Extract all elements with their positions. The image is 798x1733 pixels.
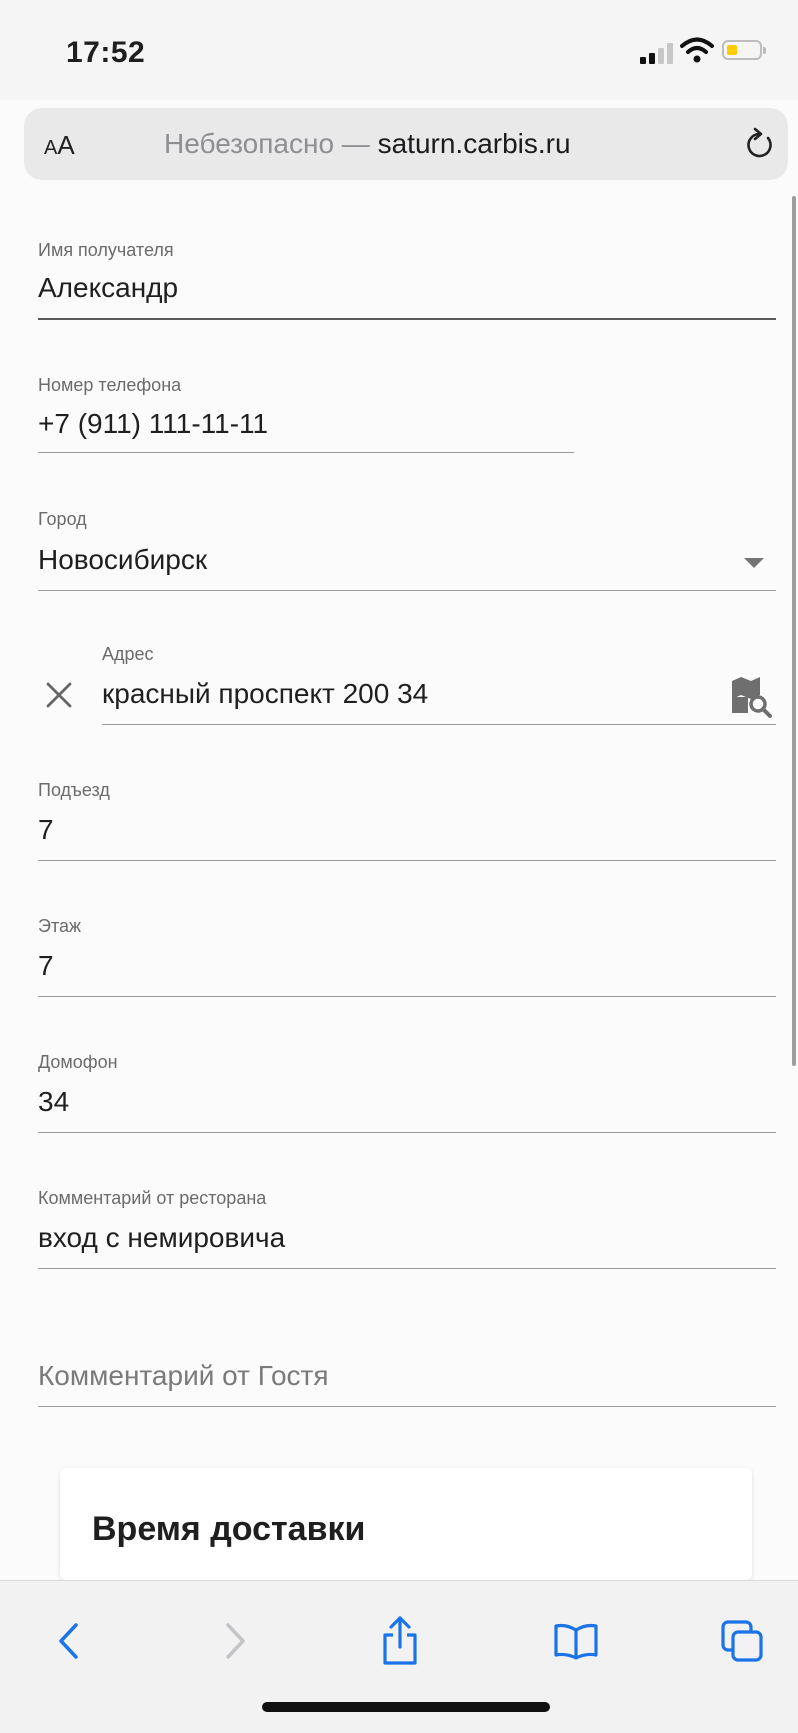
phone-input[interactable]: +7 (911) 111-11-11 — [38, 408, 268, 440]
tabs-icon — [721, 1620, 763, 1662]
intercom-input[interactable]: 34 — [38, 1086, 69, 1118]
address-label: Адрес — [102, 644, 154, 664]
share-button[interactable] — [370, 1611, 430, 1671]
status-time: 17:52 — [66, 36, 146, 69]
restaurant-comment-input[interactable]: вход с немировича — [38, 1222, 285, 1254]
address-bar[interactable]: AA Небезопасно — saturn.carbis.ru — [24, 108, 788, 180]
intercom-underline — [38, 1132, 776, 1133]
address-underline — [102, 724, 776, 725]
guest-comment-underline — [38, 1406, 776, 1407]
url-text[interactable]: Небезопасно — saturn.carbis.ru — [164, 128, 571, 160]
floor-underline — [38, 996, 776, 997]
battery-icon — [722, 40, 766, 60]
entrance-input[interactable]: 7 — [38, 814, 54, 846]
bookmarks-button[interactable] — [546, 1611, 606, 1671]
forward-icon — [226, 1623, 245, 1659]
entrance-label: Подъезд — [38, 780, 110, 800]
city-label: Город — [38, 509, 87, 529]
floor-input[interactable]: 7 — [38, 950, 54, 982]
share-icon — [383, 1616, 417, 1665]
status-bar: 17:52 — [0, 0, 798, 100]
page-scrollbar[interactable] — [792, 196, 796, 1066]
restaurant-comment-label: Комментарий от ресторана — [38, 1188, 267, 1208]
city-underline — [38, 590, 776, 591]
dropdown-arrow-icon[interactable] — [744, 558, 764, 570]
guest-comment-input[interactable]: Комментарий от Гостя — [38, 1360, 329, 1392]
back-button[interactable] — [38, 1611, 98, 1671]
tabs-button[interactable] — [712, 1611, 772, 1671]
restaurant-comment-underline — [38, 1268, 776, 1269]
recipient-name-input[interactable]: Александр — [38, 272, 178, 304]
recipient-name-label: Имя получателя — [38, 240, 174, 260]
phone-underline — [38, 452, 574, 453]
phone-label: Номер телефона — [38, 375, 182, 395]
address-input[interactable]: красный проспект 200 34 — [102, 678, 428, 710]
cellular-signal-icon — [640, 40, 682, 64]
home-indicator — [262, 1702, 550, 1712]
reload-icon[interactable] — [742, 126, 776, 162]
floor-label: Этаж — [38, 916, 82, 936]
back-icon — [59, 1623, 78, 1659]
city-value[interactable]: Новосибирск — [38, 544, 207, 576]
reader-options-button[interactable]: AA — [44, 130, 75, 161]
map-search-icon[interactable] — [730, 675, 774, 719]
clear-address-icon[interactable] — [44, 680, 74, 710]
recipient-name-underline — [38, 318, 776, 320]
delivery-time-card: Время доставки — [60, 1468, 752, 1580]
forward-button[interactable] — [206, 1611, 266, 1671]
delivery-time-title: Время доставки — [92, 1510, 366, 1548]
intercom-label: Домофон — [38, 1052, 118, 1072]
bookmarks-icon — [554, 1623, 598, 1660]
wifi-icon — [680, 37, 714, 63]
url-host: saturn.carbis.ru — [377, 128, 571, 159]
entrance-underline — [38, 860, 776, 861]
security-warning: Небезопасно — — [164, 128, 378, 159]
